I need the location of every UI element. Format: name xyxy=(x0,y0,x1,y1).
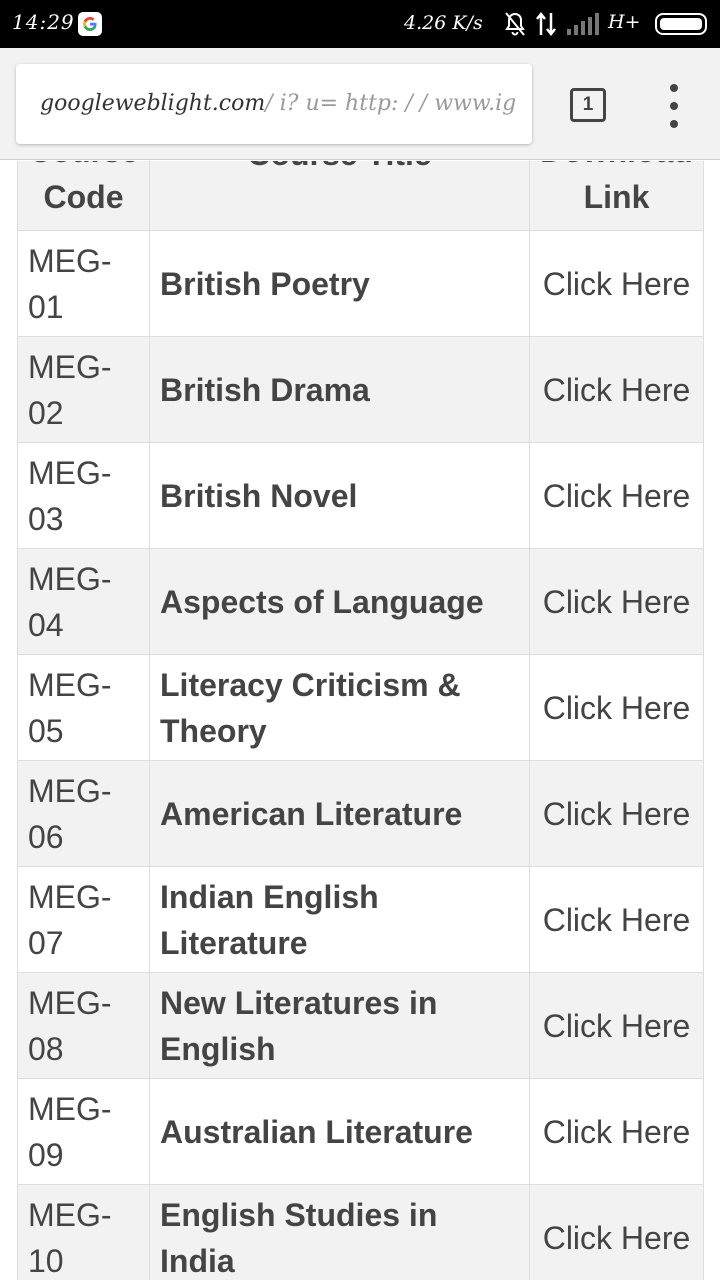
course-code: MEG-09 xyxy=(17,1078,150,1185)
page-content: Course Code Course Title Download Link M… xyxy=(0,161,720,1280)
course-title: British Poetry xyxy=(149,230,530,337)
google-app-icon xyxy=(78,12,102,36)
download-link[interactable]: Click Here xyxy=(529,230,704,337)
table-row: MEG-02 British Drama Click Here xyxy=(17,336,704,443)
url-path: / i? u= http: / / www.ig xyxy=(265,91,517,116)
course-title: Indian English Literature xyxy=(149,866,530,973)
table-row: MEG-05 Literacy Criticism & Theory Click… xyxy=(17,654,704,761)
bell-muted-icon xyxy=(503,11,527,42)
header-course-code: Course Code xyxy=(17,161,150,231)
table-row: MEG-03 British Novel Click Here xyxy=(17,442,704,549)
table-row: MEG-07 Indian English Literature Click H… xyxy=(17,866,704,973)
course-code: MEG-03 xyxy=(17,442,150,549)
header-course-title: Course Title xyxy=(149,161,530,231)
download-link[interactable]: Click Here xyxy=(529,1078,704,1185)
status-bar: 14:29 4.26 K/s H+ xyxy=(0,0,720,48)
course-code: MEG-07 xyxy=(17,866,150,973)
battery-icon xyxy=(655,13,707,35)
table-header-row: Course Code Course Title Download Link xyxy=(17,161,704,231)
header-download-link: Download Link xyxy=(529,161,704,231)
data-arrows-icon xyxy=(535,11,557,42)
course-code: MEG-05 xyxy=(17,654,150,761)
table-row: MEG-08 New Literatures in English Click … xyxy=(17,972,704,1079)
course-code: MEG-02 xyxy=(17,336,150,443)
table-row: MEG-04 Aspects of Language Click Here xyxy=(17,548,704,655)
course-title: Literacy Criticism & Theory xyxy=(149,654,530,761)
download-link[interactable]: Click Here xyxy=(529,760,704,867)
table-row: MEG-10 English Studies in India Click He… xyxy=(17,1184,704,1280)
menu-dot-icon xyxy=(670,120,678,128)
signal-icon xyxy=(566,12,600,41)
table-row: MEG-06 American Literature Click Here xyxy=(17,760,704,867)
course-code: MEG-10 xyxy=(17,1184,150,1280)
tab-count: 1 xyxy=(582,94,594,115)
course-title: American Literature xyxy=(149,760,530,867)
download-link[interactable]: Click Here xyxy=(529,654,704,761)
course-code: MEG-06 xyxy=(17,760,150,867)
download-link[interactable]: Click Here xyxy=(529,972,704,1079)
course-code: MEG-08 xyxy=(17,972,150,1079)
network-type: H+ xyxy=(608,11,641,33)
download-link[interactable]: Click Here xyxy=(529,442,704,549)
course-table: Course Code Course Title Download Link M… xyxy=(17,161,704,1280)
browser-toolbar: googleweblight.com/ i? u= http: / / www.… xyxy=(0,48,720,160)
menu-dot-icon xyxy=(670,84,678,92)
course-title: New Literatures in English xyxy=(149,972,530,1079)
overflow-menu-button[interactable] xyxy=(660,84,688,128)
download-link[interactable]: Click Here xyxy=(529,866,704,973)
download-link[interactable]: Click Here xyxy=(529,1184,704,1280)
download-link[interactable]: Click Here xyxy=(529,548,704,655)
table-row: MEG-09 Australian Literature Click Here xyxy=(17,1078,704,1185)
course-title: British Novel xyxy=(149,442,530,549)
address-bar[interactable]: googleweblight.com/ i? u= http: / / www.… xyxy=(16,64,532,144)
table-row: MEG-01 British Poetry Click Here xyxy=(17,230,704,337)
course-title: British Drama xyxy=(149,336,530,443)
course-code: MEG-01 xyxy=(17,230,150,337)
url-host: googleweblight.com xyxy=(40,91,266,116)
course-title: English Studies in India xyxy=(149,1184,530,1280)
course-title: Aspects of Language xyxy=(149,548,530,655)
menu-dot-icon xyxy=(670,102,678,110)
download-link[interactable]: Click Here xyxy=(529,336,704,443)
status-time: 14:29 xyxy=(12,10,75,34)
course-title: Australian Literature xyxy=(149,1078,530,1185)
network-speed: 4.26 K/s xyxy=(404,12,483,34)
tab-switcher-button[interactable]: 1 xyxy=(570,88,606,122)
course-code: MEG-04 xyxy=(17,548,150,655)
